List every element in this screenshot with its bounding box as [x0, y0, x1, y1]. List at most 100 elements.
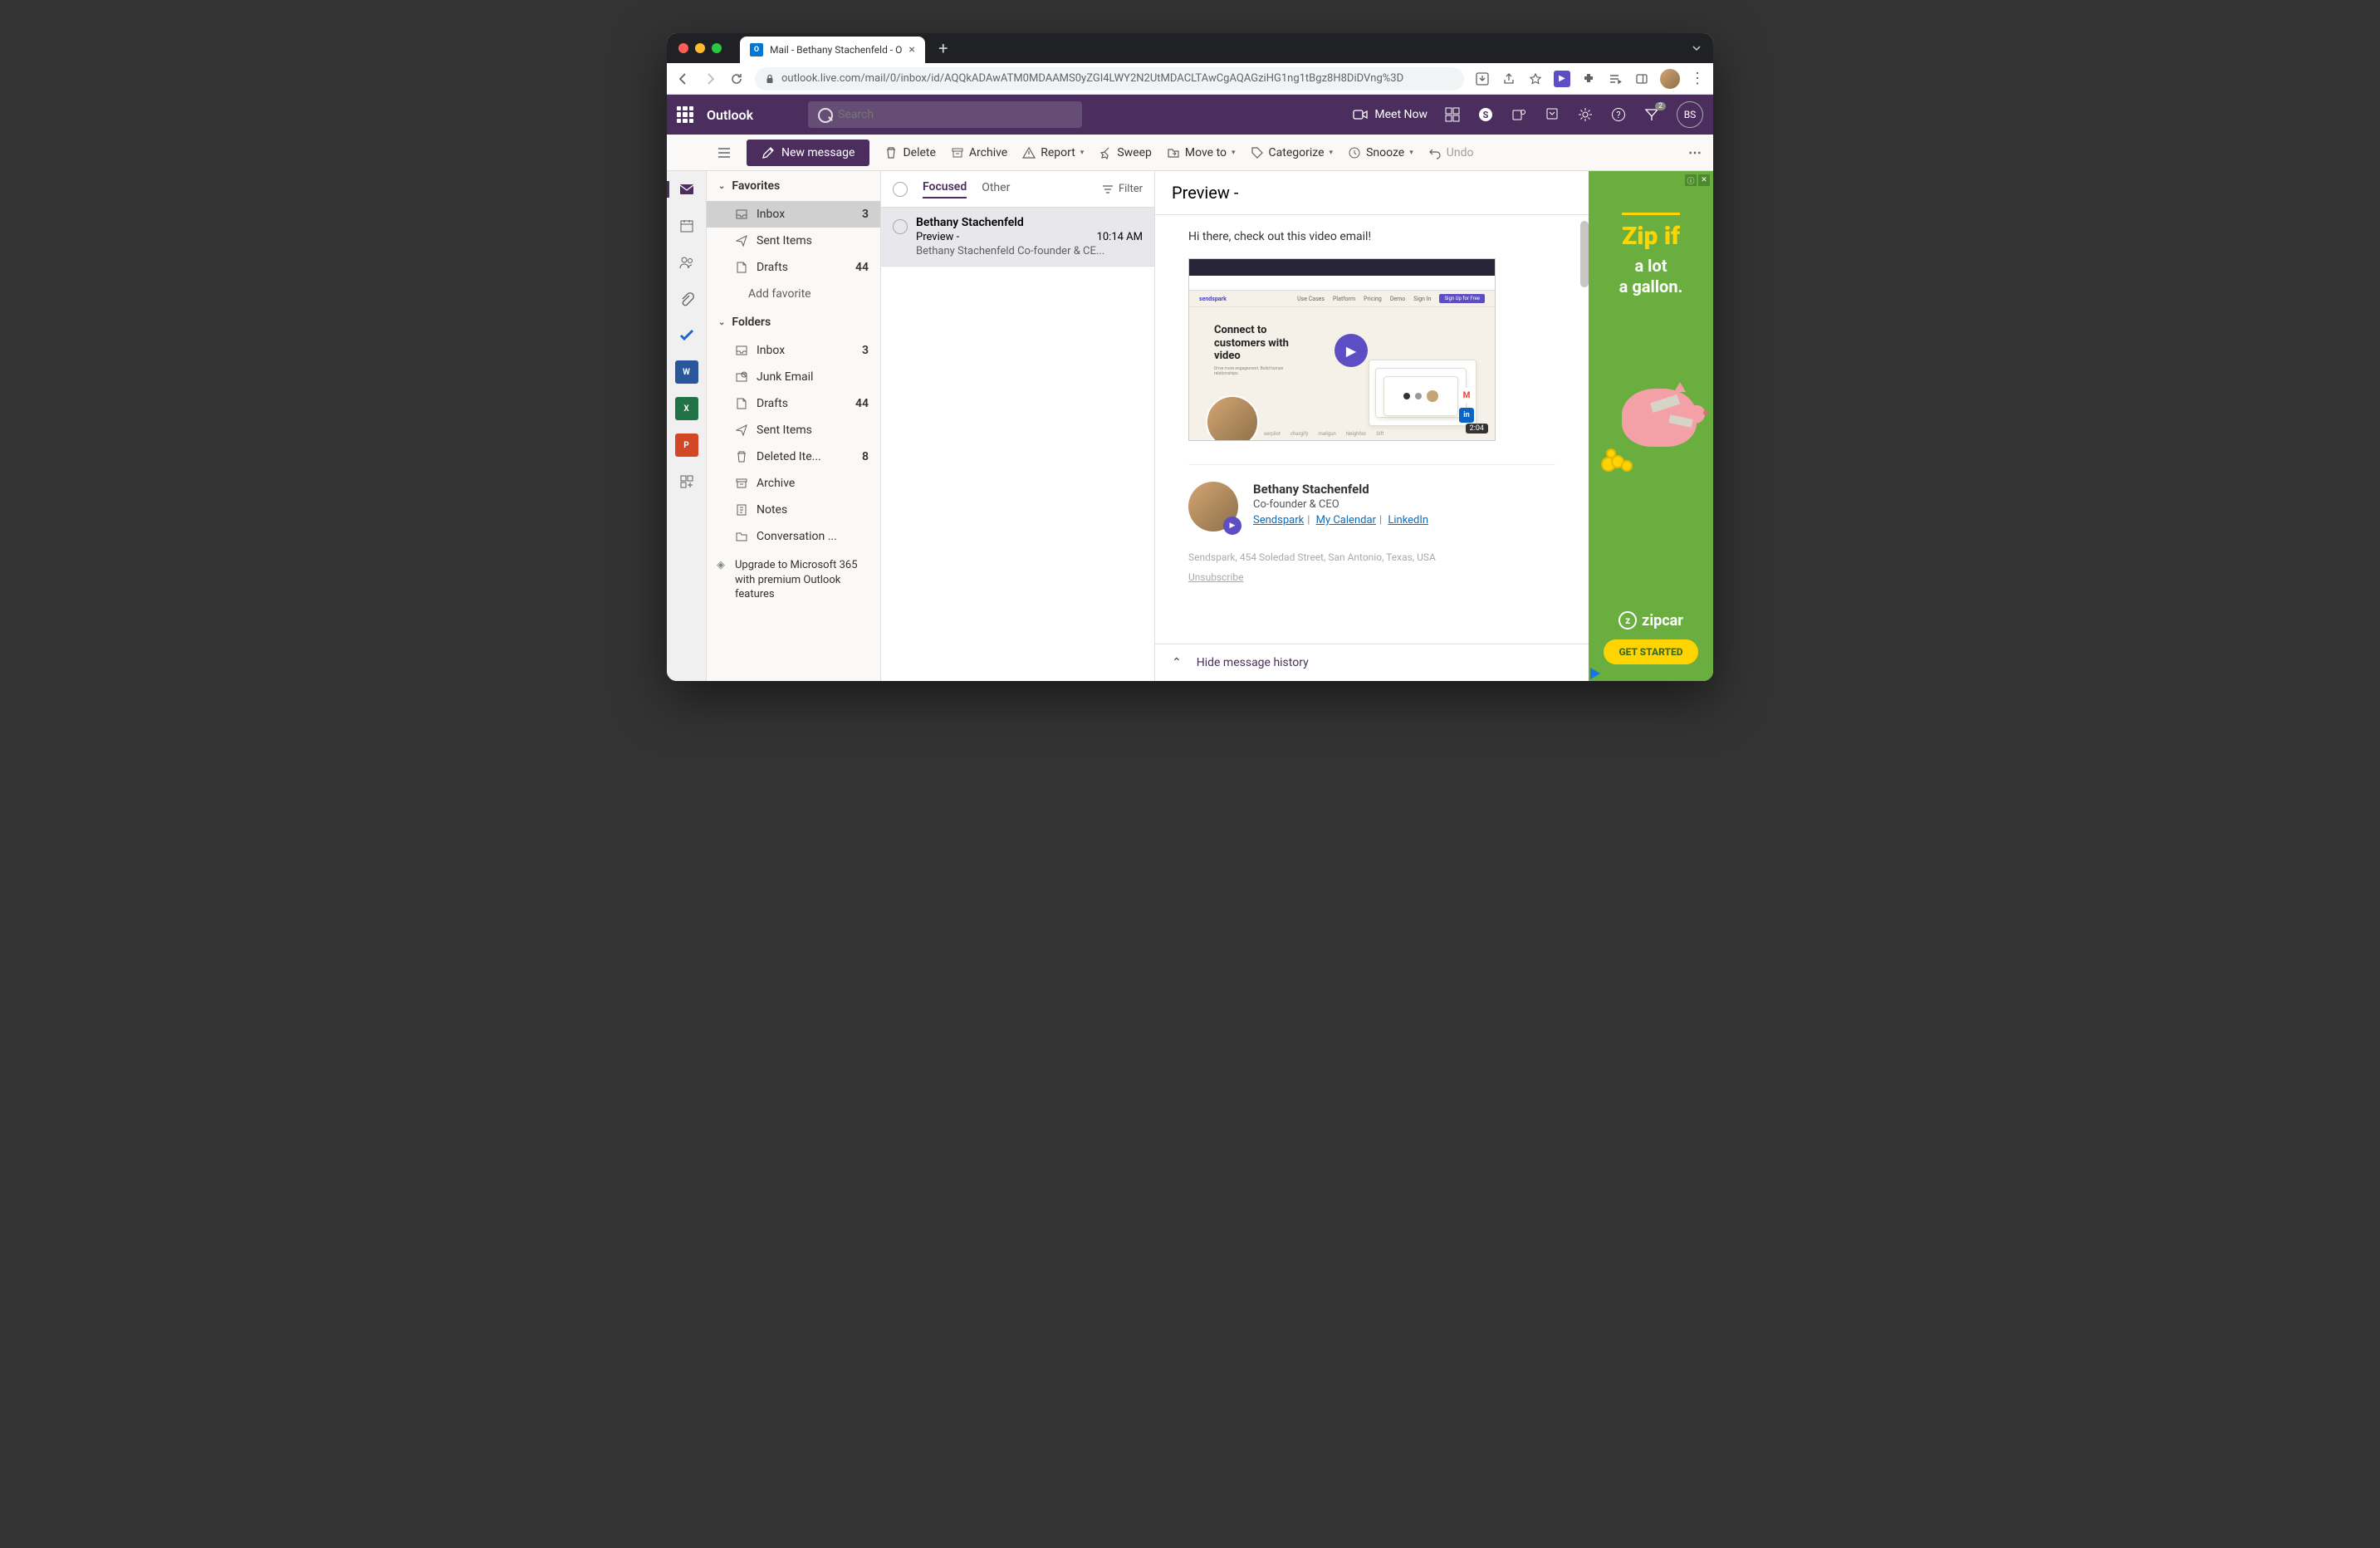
share-icon[interactable]	[1501, 71, 1517, 87]
select-all-checkbox[interactable]	[893, 182, 908, 197]
folder-junk[interactable]: Junk Email	[707, 364, 880, 390]
reload-button[interactable]	[728, 71, 745, 87]
extensions-icon[interactable]	[1580, 71, 1597, 87]
snooze-button[interactable]: Snooze▾	[1348, 146, 1413, 159]
close-window-icon[interactable]	[678, 43, 688, 53]
undo-button[interactable]: Undo	[1428, 146, 1474, 159]
attachments-module-icon[interactable]	[675, 287, 698, 311]
mail-module-icon[interactable]	[675, 178, 698, 201]
account-button[interactable]: BS	[1677, 101, 1703, 128]
video-duration: 2:04	[1466, 424, 1488, 434]
folder-conversation[interactable]: Conversation ...	[707, 523, 880, 550]
extension-icon[interactable]: ▶	[1554, 71, 1570, 87]
browser-menu-icon[interactable]: ⋮	[1690, 70, 1705, 87]
new-message-button[interactable]: New message	[747, 140, 869, 166]
url-bar: outlook.live.com/mail/0/inbox/id/AQQkADA…	[667, 63, 1713, 95]
calendar-module-icon[interactable]	[675, 214, 698, 238]
email-greeting: Hi there, check out this video email!	[1188, 230, 1555, 243]
ad-info-icon[interactable]: ⓘ	[1685, 174, 1697, 186]
signature-avatar: ▶	[1188, 482, 1238, 532]
folder-drafts[interactable]: Drafts44	[707, 390, 880, 417]
message-row[interactable]: Bethany Stachenfeld Preview -10:14 AM Be…	[881, 208, 1154, 267]
app-launcher-icon[interactable]	[677, 106, 693, 123]
delete-button[interactable]: Delete	[884, 146, 935, 159]
fav-inbox[interactable]: Inbox3	[707, 201, 880, 228]
back-button[interactable]	[675, 71, 692, 87]
folder-inbox[interactable]: Inbox3	[707, 337, 880, 364]
folder-deleted[interactable]: Deleted Ite...8	[707, 443, 880, 470]
tab-focused[interactable]: Focused	[923, 180, 967, 198]
settings-icon[interactable]	[1577, 106, 1594, 123]
folders-header[interactable]: ⌄Folders	[707, 307, 880, 337]
star-icon[interactable]	[1527, 71, 1544, 87]
my-day-icon[interactable]	[1444, 106, 1461, 123]
forward-button[interactable]	[702, 71, 718, 87]
powerpoint-icon[interactable]: P	[675, 434, 698, 457]
people-module-icon[interactable]	[675, 251, 698, 274]
folder-archive[interactable]: Archive	[707, 470, 880, 497]
teams-icon[interactable]	[1511, 106, 1527, 123]
upgrade-banner[interactable]: Upgrade to Microsoft 365 with premium Ou…	[707, 550, 880, 610]
signature-link-sendspark[interactable]: Sendspark	[1253, 514, 1304, 527]
maximize-window-icon[interactable]	[712, 43, 722, 53]
address-bar[interactable]: outlook.live.com/mail/0/inbox/id/AQQkADA…	[755, 67, 1464, 91]
archive-button[interactable]: Archive	[951, 146, 1007, 159]
video-thumbnail[interactable]: sendspark Use CasesPlatformPricingDemoSi…	[1188, 258, 1496, 441]
search-input[interactable]	[808, 101, 1082, 128]
ad-sidebar[interactable]: ⓘ✕ Zip if a lota gallon. zzipcar GET STA…	[1589, 171, 1713, 681]
excel-icon[interactable]: X	[675, 397, 698, 420]
folder-sent[interactable]: Sent Items	[707, 417, 880, 443]
tab-overflow-icon[interactable]	[1680, 43, 1713, 53]
signature-title: Co-founder & CEO	[1253, 498, 1428, 511]
more-commands-icon[interactable]: ⋯	[1688, 145, 1702, 160]
notifications-icon[interactable]: 2	[1643, 106, 1660, 123]
message-subject: Preview -	[916, 231, 959, 243]
avatar-play-icon[interactable]: ▶	[1223, 517, 1241, 535]
tips-icon[interactable]	[1544, 106, 1560, 123]
fav-drafts[interactable]: Drafts44	[707, 254, 880, 281]
scrollbar[interactable]	[1580, 221, 1589, 287]
signature-link-linkedin[interactable]: LinkedIn	[1388, 514, 1428, 527]
categorize-button[interactable]: Categorize▾	[1251, 146, 1334, 159]
ad-close-icon[interactable]: ✕	[1698, 174, 1710, 186]
move-to-button[interactable]: Move to▾	[1167, 146, 1236, 159]
side-panel-icon[interactable]	[1633, 71, 1650, 87]
minimize-window-icon[interactable]	[695, 43, 705, 53]
fav-sent[interactable]: Sent Items	[707, 228, 880, 254]
add-favorite[interactable]: Add favorite	[707, 281, 880, 307]
message-list: Focused Other Filter Bethany Stachenfeld…	[881, 171, 1155, 681]
sweep-button[interactable]: Sweep	[1099, 146, 1152, 159]
skype-icon[interactable]: S	[1477, 106, 1494, 123]
browser-tab[interactable]: O Mail - Bethany Stachenfeld - O ×	[740, 37, 925, 63]
ad-cta-button[interactable]: GET STARTED	[1604, 639, 1697, 664]
hide-message-history[interactable]: ⌃ Hide message history	[1155, 644, 1589, 681]
profile-avatar[interactable]	[1660, 69, 1680, 89]
tab-other[interactable]: Other	[982, 181, 1010, 198]
report-button[interactable]: Report▾	[1022, 146, 1084, 159]
hamburger-icon[interactable]	[717, 145, 732, 160]
lock-icon	[765, 74, 775, 84]
message-checkbox[interactable]	[893, 219, 908, 234]
meet-now-button[interactable]: Meet Now	[1353, 106, 1428, 123]
play-icon[interactable]: ▶	[1334, 334, 1368, 367]
signature-link-calendar[interactable]: My Calendar	[1316, 514, 1376, 527]
folder-notes[interactable]: Notes	[707, 497, 880, 523]
install-pwa-icon[interactable]	[1474, 71, 1491, 87]
help-icon[interactable]: ?	[1610, 106, 1627, 123]
filter-button[interactable]: Filter	[1102, 183, 1143, 195]
more-apps-icon[interactable]	[675, 470, 698, 493]
close-tab-icon[interactable]: ×	[908, 43, 914, 56]
url-text: outlook.live.com/mail/0/inbox/id/AQQkADA…	[781, 72, 1403, 85]
todo-module-icon[interactable]	[675, 324, 698, 347]
mac-titlebar: O Mail - Bethany Stachenfeld - O × +	[667, 33, 1713, 63]
new-tab-button[interactable]: +	[932, 37, 955, 60]
left-rail: W X P	[667, 171, 707, 681]
favorites-header[interactable]: ⌄Favorites	[707, 171, 880, 201]
playlist-icon[interactable]	[1607, 71, 1623, 87]
zipcar-logo: zzipcar	[1618, 611, 1683, 629]
footer-address: Sendspark, 454 Soledad Street, San Anton…	[1188, 551, 1555, 563]
reading-pane: Preview - Hi there, check out this video…	[1155, 171, 1589, 681]
word-icon[interactable]: W	[675, 360, 698, 384]
unsubscribe-link[interactable]: Unsubscribe	[1188, 571, 1244, 583]
adchoices-icon[interactable]	[1590, 668, 1600, 679]
